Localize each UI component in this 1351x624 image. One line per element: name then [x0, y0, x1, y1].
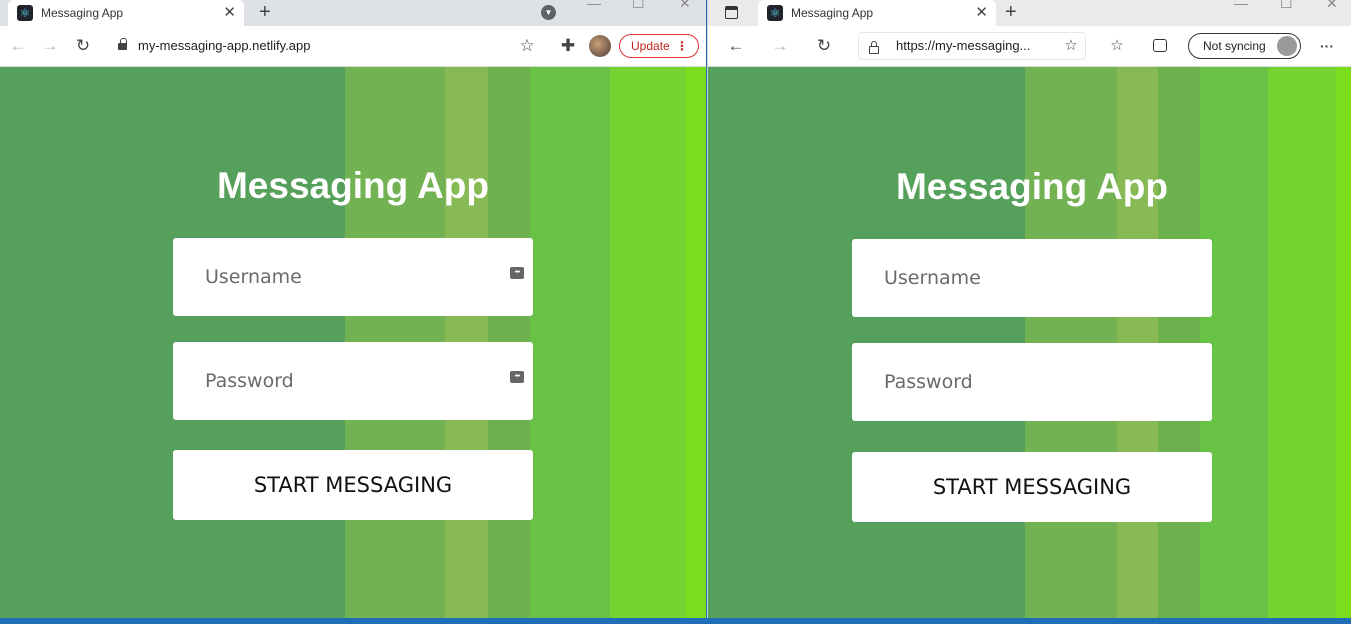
address-bar[interactable]: my-messaging-app.netlify.app — [138, 36, 310, 56]
maximize-button[interactable]: ☐ — [1280, 0, 1293, 10]
not-syncing-button[interactable]: Not syncing — [1188, 33, 1301, 59]
update-label: Update — [631, 39, 670, 53]
forward-icon[interactable]: → — [768, 26, 792, 66]
chrome-toolbar: ← → ↻ my-messaging-app.netlify.app ☆ ✚ U… — [0, 26, 706, 67]
start-messaging-button[interactable]: START MESSAGING — [173, 450, 533, 520]
tab-close-icon[interactable]: ✕ — [223, 0, 236, 26]
tab-title: Messaging App — [41, 6, 124, 20]
password-manager-icon[interactable]: ••• — [510, 371, 524, 383]
password-manager-icon[interactable]: ••• — [510, 267, 524, 279]
tab-search-icon[interactable]: ▼ — [541, 5, 556, 20]
username-input[interactable] — [852, 239, 1212, 317]
chrome-tab[interactable]: ⚛ Messaging App ✕ — [8, 0, 244, 26]
more-options-icon[interactable]: ··· — [1315, 26, 1339, 66]
address-bar[interactable]: https://my-messaging... — [896, 36, 1030, 56]
sync-label: Not syncing — [1203, 39, 1266, 53]
update-button[interactable]: Update ⋮ — [619, 34, 699, 58]
bookmark-star-icon[interactable]: ☆ — [515, 26, 539, 66]
username-input[interactable] — [173, 238, 533, 316]
tab-close-icon[interactable]: ✕ — [975, 0, 988, 26]
back-icon[interactable]: ← — [724, 26, 748, 66]
reload-icon[interactable]: ↻ — [812, 26, 836, 66]
back-icon[interactable]: ← — [6, 26, 30, 66]
lock-icon[interactable] — [118, 43, 127, 50]
password-input[interactable] — [173, 342, 533, 420]
page-content: Messaging App START MESSAGING — [708, 67, 1351, 618]
maximize-button[interactable]: ☐ — [632, 0, 645, 10]
collections-icon[interactable] — [1153, 39, 1167, 52]
edge-window: ⚛ Messaging App ✕ + — ☐ ✕ ← → ↻ https://… — [707, 0, 1351, 618]
close-window-button[interactable]: ✕ — [1326, 0, 1338, 10]
minimize-button[interactable]: — — [1234, 0, 1248, 10]
react-favicon-icon: ⚛ — [767, 5, 783, 21]
address-box[interactable]: https://my-messaging... ☆ — [858, 32, 1086, 60]
edge-tab[interactable]: ⚛ Messaging App ✕ — [758, 0, 996, 26]
extensions-icon[interactable]: ✚ — [556, 26, 580, 66]
tab-actions-icon[interactable] — [725, 6, 738, 19]
lock-shackle-icon — [871, 41, 877, 47]
profile-icon — [1277, 36, 1297, 56]
app-title: Messaging App — [895, 166, 1169, 207]
chrome-tab-strip: ⚛ Messaging App ✕ + ▼ — ☐ ✕ — [0, 0, 706, 26]
password-input[interactable] — [852, 343, 1212, 421]
new-tab-button[interactable]: + — [1005, 0, 1017, 24]
lock-shackle-icon — [120, 38, 127, 44]
edge-tab-strip: ⚛ Messaging App ✕ + — ☐ ✕ — [708, 0, 1351, 26]
reload-icon[interactable]: ↻ — [71, 26, 95, 66]
forward-icon[interactable]: → — [38, 26, 62, 66]
minimize-button[interactable]: — — [587, 0, 601, 10]
profile-avatar-icon[interactable] — [589, 35, 611, 57]
favorites-icon[interactable]: ☆ — [1105, 26, 1129, 66]
app-title: Messaging App — [216, 165, 490, 206]
close-window-button[interactable]: ✕ — [679, 0, 691, 10]
new-tab-button[interactable]: + — [259, 0, 271, 24]
react-favicon-icon: ⚛ — [17, 5, 33, 21]
tab-title: Messaging App — [791, 6, 874, 20]
chrome-window: ⚛ Messaging App ✕ + ▼ — ☐ ✕ ← → ↻ my-mes… — [0, 0, 706, 618]
add-favorite-icon[interactable]: ☆ — [1059, 26, 1083, 66]
edge-toolbar: ← → ↻ https://my-messaging... ☆ ☆ Not sy… — [708, 26, 1351, 67]
desktop-taskbar — [0, 618, 1351, 624]
start-messaging-button[interactable]: START MESSAGING — [852, 452, 1212, 522]
lock-icon — [869, 46, 879, 54]
page-content: Messaging App ••• ••• START MESSAGING — [0, 67, 706, 618]
menu-dots-icon: ⋮ — [676, 39, 688, 53]
